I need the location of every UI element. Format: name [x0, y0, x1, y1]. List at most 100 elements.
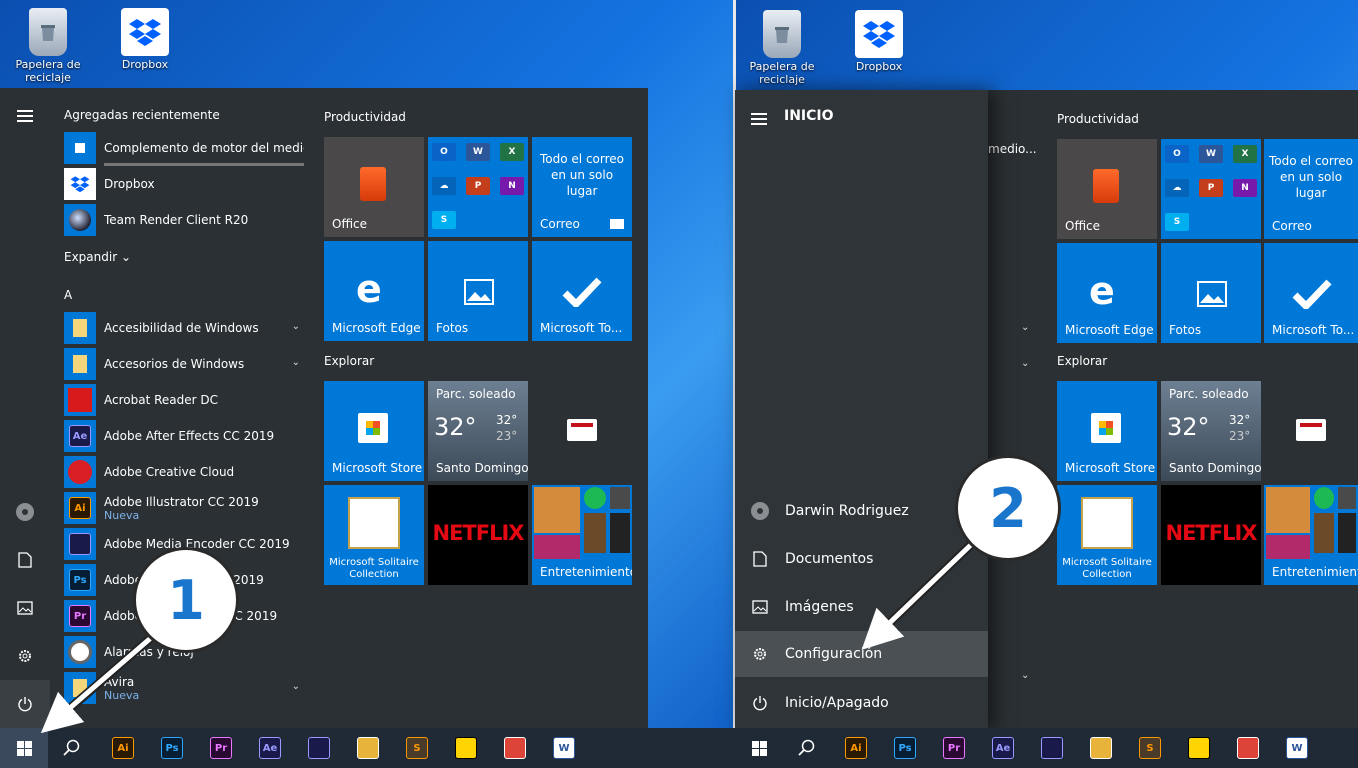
taskbar-app-icon[interactable] [1039, 735, 1065, 761]
taskbar-app-icon[interactable] [1088, 735, 1114, 761]
tile-entretenimiento[interactable]: Entretenimiento [1264, 485, 1358, 585]
taskbar-app-icon[interactable] [453, 735, 479, 761]
tile-news[interactable] [1264, 381, 1358, 481]
tile-label: Entretenimiento [540, 565, 632, 579]
list-item[interactable]: Complemento de motor del medio... [64, 132, 304, 166]
list-item[interactable]: Dropbox [64, 168, 304, 200]
tile-fotos[interactable]: Fotos [1161, 243, 1261, 343]
taskbar-app-glyph: Ai [845, 737, 867, 759]
list-item[interactable]: Accesorios de Windows ⌄ [64, 348, 304, 380]
hamburger-menu-icon[interactable] [751, 110, 767, 128]
document-icon[interactable] [13, 548, 37, 572]
taskbar-app-icon[interactable]: Pr [208, 735, 234, 761]
tile-todo[interactable]: Microsoft To... [532, 241, 632, 341]
weather-high: 32° [1229, 413, 1251, 427]
taskbar-app-icon[interactable]: Pr [941, 735, 967, 761]
tile-netflix[interactable]: NETFLIX [1161, 485, 1261, 585]
tile-fotos[interactable]: Fotos [428, 241, 528, 341]
tile-news[interactable] [532, 381, 632, 481]
store-icon [1091, 413, 1121, 443]
taskbar-app-icon[interactable] [355, 735, 381, 761]
tile-store[interactable]: Microsoft Store [324, 381, 424, 481]
list-item[interactable]: Ae Adobe After Effects CC 2019 [64, 420, 304, 452]
tile-weather[interactable]: Parc. soleado 32° 32° 23° Santo Domingo [1161, 381, 1261, 481]
drawer-item-power[interactable]: Inicio/Apagado [735, 680, 988, 726]
taskbar-app-icon[interactable]: Ae [257, 735, 283, 761]
excel-icon: X [500, 143, 524, 161]
desktop-icon-recycle-bin[interactable]: Papelera de reciclaje [12, 8, 84, 84]
taskbar-app-icon[interactable]: W [551, 735, 577, 761]
onedrive-icon: ☁ [1165, 179, 1189, 197]
drawer-item-images[interactable]: Imágenes [735, 584, 988, 630]
image-icon[interactable] [13, 596, 37, 620]
drawer-item-documents[interactable]: Documentos [735, 536, 988, 582]
taskbar-app-icon[interactable]: Ps [892, 735, 918, 761]
taskbar-app-glyph: Ae [259, 737, 281, 759]
taskbar-app-icon[interactable] [1235, 735, 1261, 761]
desktop-icon-dropbox[interactable]: Dropbox [109, 8, 181, 71]
list-item-label: Team Render Client R20 [104, 213, 249, 227]
callout-bubble-1: 1 [136, 550, 236, 650]
expand-button[interactable]: Expandir ⌄ [64, 250, 131, 264]
list-item[interactable]: Ai Adobe Illustrator CC 2019 Nueva [64, 492, 304, 524]
tile-label: Microsoft To... [540, 321, 623, 335]
cinema4d-icon [64, 204, 96, 236]
desktop-icon-dropbox[interactable]: Dropbox [843, 10, 915, 73]
office-icon [1093, 169, 1119, 203]
list-item-label: Avira Nueva [104, 674, 140, 702]
tile-entretenimiento[interactable]: Entretenimiento [532, 485, 632, 585]
dolby-icon [1338, 513, 1356, 553]
tile-correo[interactable]: Todo el correo en un solo lugar Correo [1264, 139, 1358, 239]
tile-label: Microsoft Solitaire Collection [329, 557, 419, 580]
mail-tile-text: Todo el correo en un solo lugar [540, 152, 624, 198]
tile-netflix[interactable]: NETFLIX [428, 485, 528, 585]
taskbar-app-icon[interactable]: S [1137, 735, 1163, 761]
taskbar-app-icon[interactable]: Ai [843, 735, 869, 761]
tile-edge[interactable]: e Microsoft Edge [324, 241, 424, 341]
tile-edge[interactable]: e Microsoft Edge [1057, 243, 1157, 343]
list-item[interactable]: Acrobat Reader DC [64, 384, 304, 416]
taskbar-app-icon[interactable] [502, 735, 528, 761]
taskbar-app-glyph [504, 737, 526, 759]
gear-icon[interactable] [13, 644, 37, 668]
list-item-label: Complemento de motor del medio... [104, 141, 304, 155]
search-icon[interactable] [58, 735, 84, 761]
power-button[interactable] [0, 680, 50, 728]
tile-correo[interactable]: Todo el correo en un solo lugar Correo [532, 137, 632, 237]
tile-todo[interactable]: Microsoft To... [1264, 243, 1358, 343]
list-item[interactable]: Team Render Client R20 [64, 204, 304, 236]
search-icon[interactable] [793, 735, 819, 761]
list-item[interactable]: Avira Nueva ⌄ [64, 672, 304, 704]
desktop-icon-recycle-bin[interactable]: Papelera de reciclaje [746, 10, 818, 86]
drawer-item-user[interactable]: Darwin Rodriguez [735, 488, 988, 534]
drawer-item-settings[interactable]: Configuración [735, 631, 988, 677]
list-item[interactable]: Adobe Creative Cloud [64, 456, 304, 488]
taskbar-app-icon[interactable] [306, 735, 332, 761]
taskbar-app-icon[interactable]: W [1284, 735, 1310, 761]
tile-store[interactable]: Microsoft Store [1057, 381, 1157, 481]
section-letter[interactable]: A [64, 288, 72, 302]
list-item[interactable]: Accesibilidad de Windows ⌄ [64, 312, 304, 344]
tile-office[interactable]: Office [1057, 139, 1157, 239]
tile-weather[interactable]: Parc. soleado 32° 32° 23° Santo Domingo [428, 381, 528, 481]
user-avatar-icon[interactable] [13, 500, 37, 524]
tile-office[interactable]: Office [324, 137, 424, 237]
start-button[interactable] [0, 728, 48, 768]
tile-office-apps[interactable]: O W X ☁ P N S [428, 137, 528, 237]
taskbar-app-icon[interactable]: Ps [159, 735, 185, 761]
taskbar-app-icon[interactable] [1186, 735, 1212, 761]
hamburger-menu-icon[interactable] [13, 104, 37, 128]
list-item-label: Accesibilidad de Windows [104, 321, 259, 335]
taskbar-app-icon[interactable]: Ae [990, 735, 1016, 761]
dolby-icon [610, 513, 630, 553]
start-button[interactable] [735, 728, 783, 768]
taskbar-app-glyph: Ps [894, 737, 916, 759]
tile-office-apps[interactable]: O W X ☁ P N S [1161, 139, 1261, 239]
taskbar-app-icon[interactable]: S [404, 735, 430, 761]
tile-solitaire[interactable]: Microsoft Solitaire Collection [1057, 485, 1157, 585]
folder-icon [64, 672, 96, 704]
tile-solitaire[interactable]: Microsoft Solitaire Collection [324, 485, 424, 585]
tile-label: Fotos [436, 321, 469, 335]
taskbar-app-icon[interactable]: Ai [110, 735, 136, 761]
game-icon [1314, 513, 1334, 553]
